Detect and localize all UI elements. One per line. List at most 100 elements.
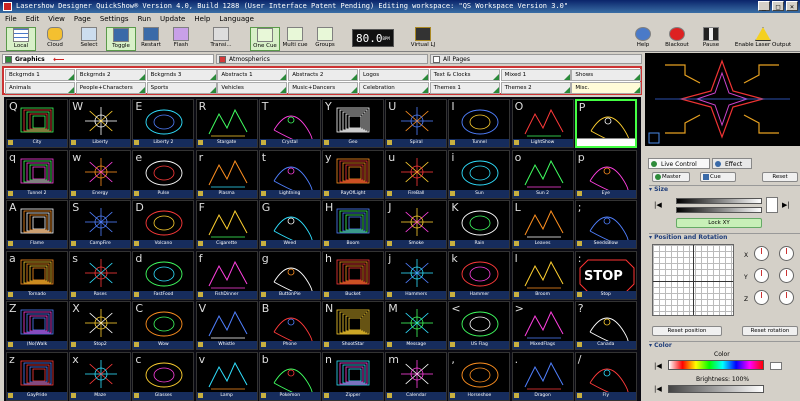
menu-view[interactable]: View [48,13,65,25]
help-button[interactable]: Help [628,27,658,51]
category-abstracts-2[interactable]: Abstracts 2 [288,69,359,81]
cue-city[interactable]: Q City [6,99,68,148]
menu-update[interactable]: Update [160,13,185,25]
cue-fastfood[interactable]: d FastFood [132,250,195,300]
tab-live-control[interactable]: Live Control [648,158,710,169]
select-button[interactable]: Select [74,27,104,51]
cue-fishdinner[interactable]: f FishDinner [195,250,258,300]
maximize-button[interactable]: □ [772,1,784,11]
tab-all-pages[interactable]: All Pages [430,54,642,64]
restart-button[interactable]: Restart [136,27,166,51]
cue-canada[interactable]: ? Canada [574,301,637,350]
category-mixed-1[interactable]: Mixed 1 [500,69,571,81]
category-shows[interactable]: Shows [571,69,642,81]
cloud-button[interactable]: Cloud [40,27,70,51]
category-vehicles[interactable]: Vehicles [217,82,288,94]
menu-settings[interactable]: Settings [100,13,129,25]
cue-rayoflight[interactable]: y RayOfLight [322,149,384,199]
size-spinner[interactable] [766,197,778,213]
multi-cue-button[interactable]: Multi cue [280,27,310,51]
close-button[interactable]: × [786,1,798,11]
cue-tunnel[interactable]: I Tunnel [448,99,511,148]
menu-edit[interactable]: Edit [26,13,40,25]
transition-button[interactable]: Transi... [204,27,238,51]
cue-bucket[interactable]: h Bucket [322,250,384,300]
rotation-z2-knob[interactable] [779,290,794,305]
menu-language[interactable]: Language [219,13,254,25]
category-bckgrnds-3[interactable]: Bckgrnds 3 [146,69,217,81]
size-x-slider[interactable] [676,198,762,204]
cue-mixedflags[interactable]: > MixedFlags [511,301,574,350]
cue-stop2[interactable]: X Stop2 [69,301,132,350]
cue-toolbar[interactable] [576,138,635,146]
enable-laser-button[interactable]: Enable Laser Output [730,27,796,51]
cue-liberty-2[interactable]: E Liberty 2 [132,99,195,148]
cue-glasses[interactable]: c Glasses [132,351,195,401]
cue-fly[interactable]: / Fly [574,351,637,401]
brightness-prev-icon[interactable]: |◀ [654,385,662,393]
cue-broom[interactable]: l Broom [511,250,574,300]
cue-leaves[interactable]: L Leaves [511,200,574,249]
cue-wow[interactable]: C Wow [132,301,195,350]
menu-run[interactable]: Run [138,13,151,25]
tab-effect[interactable]: Effect [712,158,752,169]
menu-file[interactable]: File [5,13,17,25]
category-animals[interactable]: Animals [5,82,75,94]
rotation-y2-knob[interactable] [779,268,794,283]
pause-button[interactable]: Pause [696,27,726,51]
cue-hammers[interactable]: j Hammers [385,250,448,300]
category-celebration[interactable]: Celebration [359,82,429,94]
blackout-button[interactable]: Blackout [662,27,692,51]
position-pad[interactable] [652,244,734,316]
cue-crystal[interactable]: T Crystal [258,99,321,148]
cue-tornado[interactable]: a Tornado [6,250,68,300]
local-button[interactable]: Local [6,27,36,51]
category-abstracts-1[interactable]: Abstracts 1 [217,69,288,81]
cue-lightning[interactable]: t Lightning [258,149,321,199]
cue-boom[interactable]: H Boom [322,200,384,249]
category-text-clocks[interactable]: Text & Clocks [429,69,500,81]
rotation-z-knob[interactable] [754,290,769,305]
cue-roses[interactable]: s Roses [69,250,132,300]
menu-help[interactable]: Help [194,13,210,25]
menu-page[interactable]: Page [74,13,91,25]
cue-calendar[interactable]: m Calendar [385,351,448,401]
category-people-characters[interactable]: People+Characters [75,82,146,94]
cue-energy[interactable]: w Energy [69,149,132,199]
cue-fireball[interactable]: u FireBall [385,149,448,199]
cue-spiral[interactable]: U Spiral [385,99,448,148]
category-themes-1[interactable]: Themes 1 [429,82,500,94]
color-slider[interactable] [668,360,764,370]
cue-zipper[interactable]: n Zipper [322,351,384,401]
cue-horseshoe[interactable]: , Horseshoe [448,351,511,401]
cue-eye[interactable]: p Eye [574,149,637,199]
cue-button[interactable]: Cue [700,172,736,182]
minimize-button[interactable]: _ [758,1,770,11]
cue-maze[interactable]: x Maze [69,351,132,401]
cue-whistle[interactable]: V Whistle [195,301,258,350]
cue-volcano[interactable]: D Volcano [132,200,195,249]
category-music-dancers[interactable]: Music+Dancers [288,82,359,94]
rotation-x2-knob[interactable] [779,246,794,261]
category-misc[interactable]: Misc. [571,82,642,94]
cue-seedsblow[interactable]: ; SeedsBlow [574,200,637,249]
cue--no-walk[interactable]: Z (No)Walk [6,301,68,350]
size-y-slider[interactable] [676,207,762,213]
cue-phone[interactable]: B Phone [258,301,321,350]
reset-position-button[interactable]: Reset position [652,326,722,336]
next-icon[interactable]: ▶| [782,201,790,209]
cue-hammer[interactable]: k Hammer [448,250,511,300]
cue-shootstar[interactable]: N ShootStar [322,301,384,350]
cue-gaypride[interactable]: z GayPride [6,351,68,401]
reset-button[interactable]: Reset [762,172,798,182]
cue-stop[interactable]: STOP: Stop [574,250,637,300]
cue-weed[interactable]: G Weed [258,200,321,249]
category-themes-2[interactable]: Themes 2 [500,82,571,94]
lock-xy-button[interactable]: Lock XY [676,218,762,228]
cue-smoke[interactable]: J Smoke [385,200,448,249]
rotation-x-knob[interactable] [754,246,769,261]
brightness-slider[interactable] [668,385,764,393]
tab-atmospherics[interactable]: Atmospherics [216,54,428,64]
cue-us-flag[interactable]: < US Flag [448,301,511,350]
cue-flame[interactable]: A Flame [6,200,68,249]
